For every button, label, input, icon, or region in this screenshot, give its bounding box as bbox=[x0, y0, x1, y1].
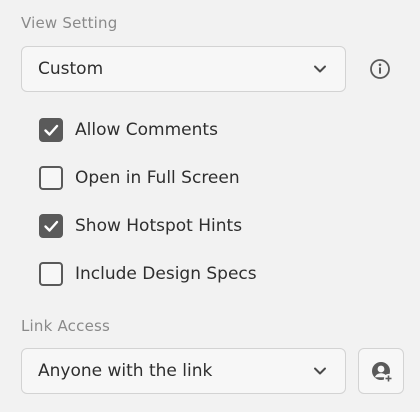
chevron-down-icon bbox=[314, 367, 326, 375]
show-hotspot-hints-checkbox[interactable] bbox=[39, 214, 63, 238]
open-full-screen-checkbox[interactable] bbox=[39, 166, 63, 190]
view-setting-value: Custom bbox=[38, 59, 104, 79]
add-user-button[interactable] bbox=[358, 348, 404, 394]
allow-comments-checkbox[interactable] bbox=[39, 118, 63, 142]
open-full-screen-label: Open in Full Screen bbox=[75, 168, 240, 188]
include-design-specs-label: Include Design Specs bbox=[75, 264, 257, 284]
link-access-dropdown[interactable]: Anyone with the link bbox=[21, 348, 346, 394]
checkmark-icon bbox=[44, 220, 59, 232]
open-full-screen-checkbox-row[interactable]: Open in Full Screen bbox=[39, 165, 240, 191]
chevron-down-icon bbox=[314, 65, 326, 73]
show-hotspot-hints-checkbox-row[interactable]: Show Hotspot Hints bbox=[39, 213, 242, 239]
link-access-value: Anyone with the link bbox=[38, 361, 213, 381]
add-user-icon bbox=[372, 362, 394, 384]
info-icon[interactable] bbox=[369, 58, 391, 80]
allow-comments-label: Allow Comments bbox=[75, 120, 218, 140]
share-settings-panel: View Setting Custom Allow Comments Open … bbox=[0, 0, 420, 412]
allow-comments-checkbox-row[interactable]: Allow Comments bbox=[39, 117, 218, 143]
checkmark-icon bbox=[44, 124, 59, 136]
include-design-specs-checkbox-row[interactable]: Include Design Specs bbox=[39, 261, 257, 287]
view-setting-label: View Setting bbox=[21, 14, 118, 32]
show-hotspot-hints-label: Show Hotspot Hints bbox=[75, 216, 243, 236]
link-access-label: Link Access bbox=[21, 317, 111, 335]
include-design-specs-checkbox[interactable] bbox=[39, 262, 63, 286]
view-setting-dropdown[interactable]: Custom bbox=[21, 46, 346, 92]
